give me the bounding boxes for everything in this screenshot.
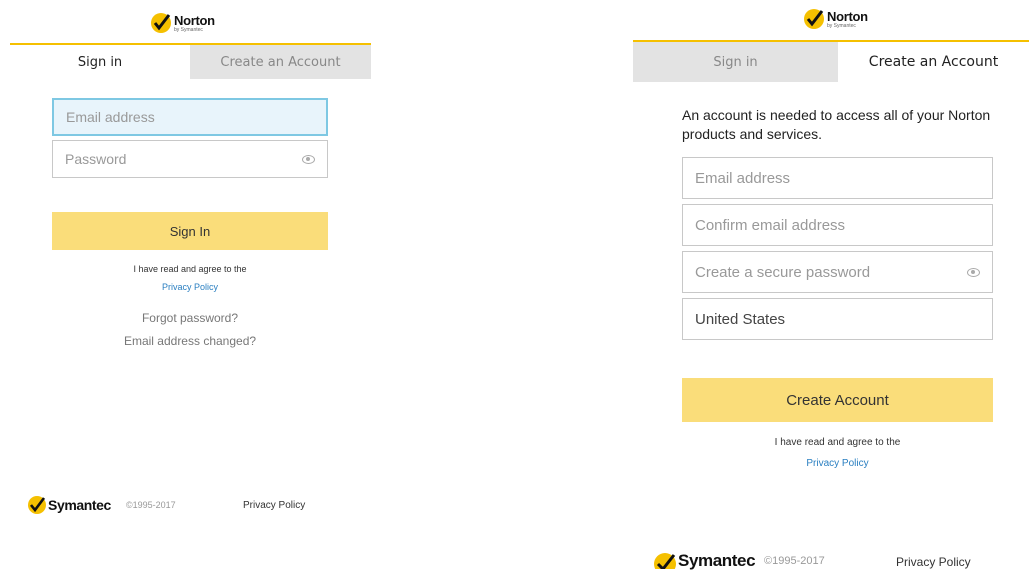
password-field[interactable]: Password (52, 140, 328, 178)
privacy-policy-link[interactable]: Privacy Policy (682, 458, 993, 469)
create-account-button[interactable]: Create Account (682, 378, 993, 422)
country-value: United States (695, 310, 786, 328)
sign-in-button[interactable]: Sign In (52, 212, 328, 250)
privacy-policy-link[interactable]: Privacy Policy (52, 282, 328, 292)
forgot-password-link[interactable]: Forgot password? (52, 311, 328, 325)
symantec-check-icon (654, 553, 676, 569)
confirm-email-placeholder: Confirm email address (695, 216, 846, 234)
footer-privacy-link[interactable]: Privacy Policy (243, 500, 305, 511)
email-placeholder: Email address (695, 169, 791, 187)
norton-check-icon (804, 9, 824, 29)
tab-create-account-label: Create an Account (220, 54, 341, 70)
show-password-icon[interactable] (302, 154, 315, 164)
footer-privacy-link[interactable]: Privacy Policy (896, 555, 971, 569)
create-account-button-label: Create Account (786, 391, 889, 409)
norton-check-icon (151, 13, 171, 33)
email-changed-link[interactable]: Email address changed? (52, 334, 328, 348)
tab-sign-in[interactable]: Sign in (10, 45, 190, 79)
create-password-field[interactable]: Create a secure password (682, 251, 993, 293)
confirm-email-field[interactable]: Confirm email address (682, 204, 993, 246)
tab-create-account[interactable]: Create an Account (190, 45, 371, 79)
symantec-wordmark: Symantec (678, 551, 756, 570)
norton-logo: Norton by Symantec (150, 12, 215, 34)
norton-logo: Norton by Symantec (803, 8, 868, 30)
password-placeholder: Password (65, 151, 127, 167)
tab-sign-in[interactable]: Sign in (633, 42, 838, 82)
email-field[interactable]: Email address (682, 157, 993, 199)
agree-text: I have read and agree to the (133, 264, 247, 274)
tab-sign-in-label: Sign in (77, 54, 123, 70)
sign-in-button-label: Sign In (169, 223, 211, 239)
agree-text: I have read and agree to the (774, 437, 901, 448)
norton-byline: by Symantec (827, 22, 856, 29)
symantec-wordmark: Symantec (48, 497, 111, 513)
copyright: ©1995-2017 (126, 500, 176, 510)
email-placeholder: Email address (66, 109, 155, 125)
symantec-logo: Symantec (653, 551, 756, 570)
account-description: An account is needed to access all of yo… (682, 107, 991, 142)
country-select[interactable]: United States (682, 298, 993, 340)
tab-create-account[interactable]: Create an Account (838, 42, 1029, 82)
email-field[interactable]: Email address (52, 98, 328, 136)
norton-wordmark: Norton (827, 8, 868, 24)
norton-wordmark: Norton (174, 12, 215, 28)
tab-sign-in-label: Sign in (713, 54, 758, 70)
password-placeholder: Create a secure password (695, 263, 871, 281)
symantec-check-icon (28, 496, 46, 514)
symantec-logo: Symantec (27, 495, 111, 515)
norton-byline: by Symantec (174, 26, 203, 33)
copyright: ©1995-2017 (764, 555, 825, 567)
show-password-icon[interactable] (967, 267, 980, 277)
tab-create-account-label: Create an Account (868, 54, 999, 70)
